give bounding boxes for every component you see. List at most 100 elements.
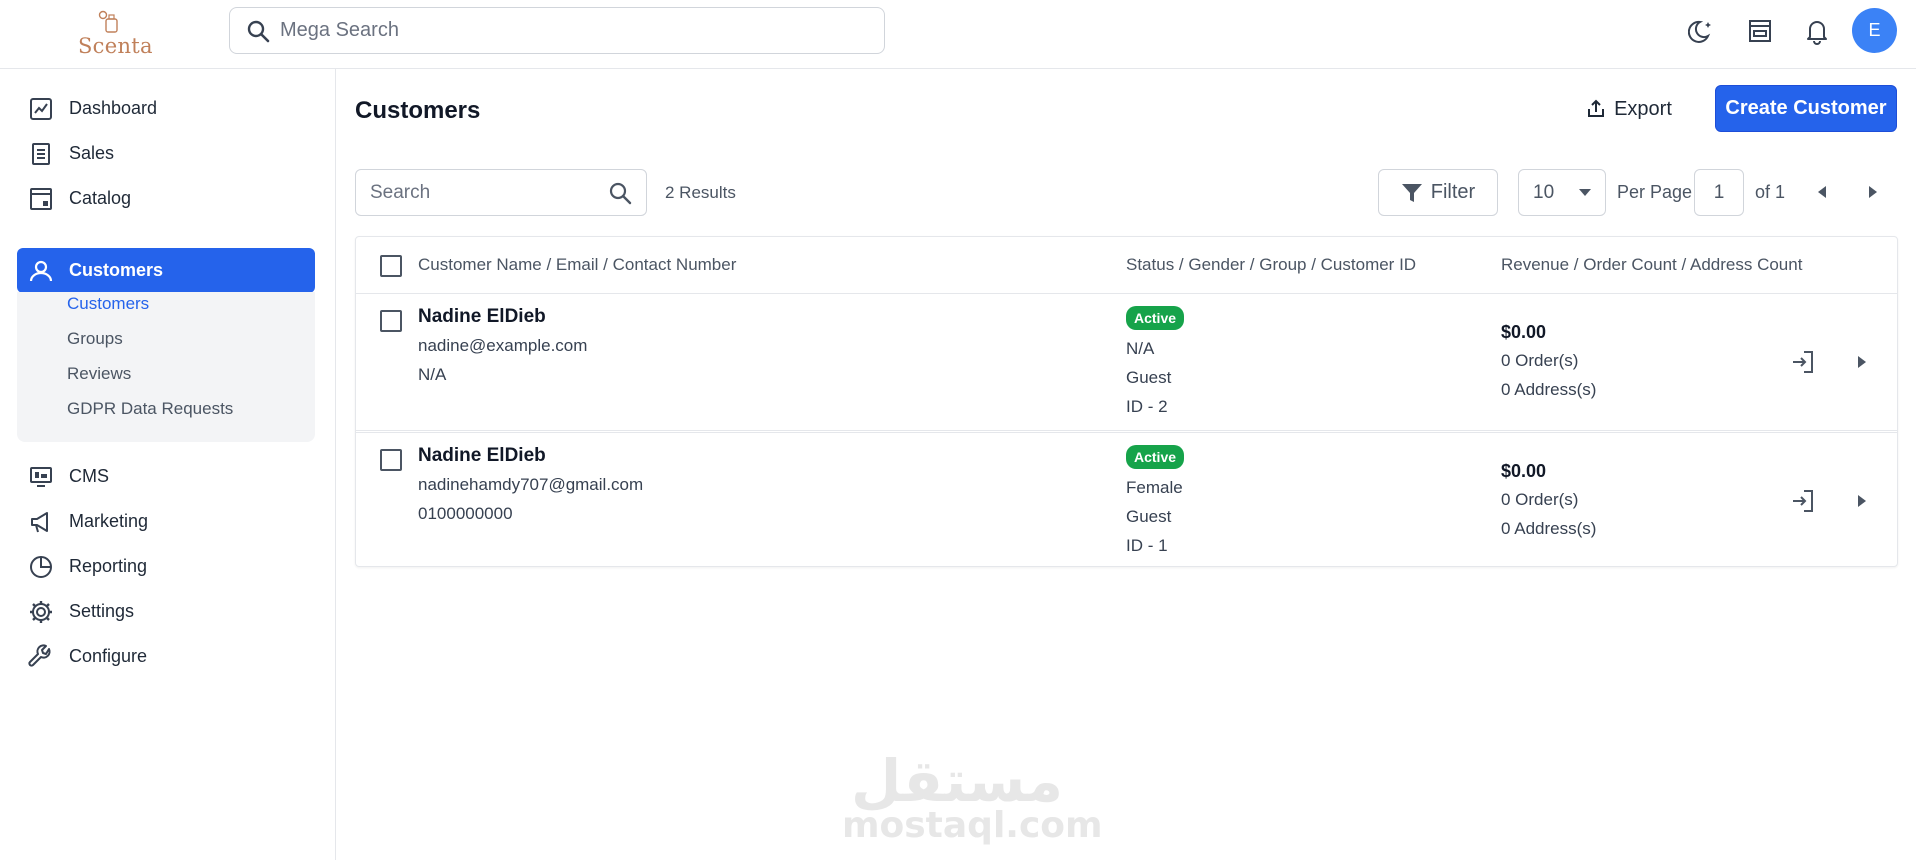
sidebar-item-label: Reporting — [69, 556, 148, 576]
submenu-item-customers[interactable]: Customers — [67, 294, 149, 314]
dashboard-icon — [27, 95, 55, 123]
wrench-icon — [27, 643, 55, 671]
search-icon[interactable] — [608, 181, 632, 205]
caret-right-icon — [1869, 186, 1877, 198]
moon-icon[interactable] — [1687, 16, 1717, 46]
filter-label: Filter — [1430, 181, 1476, 203]
select-all-checkbox[interactable] — [380, 255, 402, 277]
customer-email: nadine@example.com — [418, 336, 588, 355]
column-header-revenue: Revenue / Order Count / Address Count — [1501, 255, 1803, 274]
table-row[interactable]: Nadine ElDieb nadinehamdy707@gmail.com 0… — [356, 432, 1897, 569]
column-header-name: Customer Name / Email / Contact Number — [418, 255, 737, 274]
sidebar-item-label: CMS — [69, 466, 109, 486]
logo-text: Scenta — [78, 34, 153, 58]
login-as-customer-icon[interactable] — [1789, 487, 1817, 515]
customer-gender: N/A — [1126, 339, 1155, 358]
pie-chart-icon — [27, 553, 55, 581]
avatar[interactable]: E — [1852, 8, 1897, 53]
row-checkbox[interactable] — [380, 310, 402, 332]
customer-search[interactable] — [355, 169, 647, 216]
sidebar-item-label: Customers — [69, 260, 164, 280]
receipt-icon — [27, 140, 55, 168]
sidebar-item-dashboard[interactable]: Dashboard — [17, 86, 315, 131]
submenu-item-groups[interactable]: Groups — [67, 329, 123, 349]
customer-id: ID - 2 — [1126, 397, 1168, 416]
submenu-item-reviews[interactable]: Reviews — [67, 364, 131, 384]
status-badge: Active — [1126, 445, 1185, 469]
sidebar-item-marketing[interactable]: Marketing — [17, 499, 315, 544]
next-page-button[interactable] — [1863, 182, 1883, 202]
customer-addresses: 0 Address(s) — [1501, 380, 1597, 399]
page-total: of 1 — [1755, 182, 1786, 202]
per-page-select[interactable]: 10 — [1518, 169, 1606, 216]
bell-icon[interactable] — [1802, 16, 1832, 46]
watermark: مستقل mostaql.com — [842, 747, 1103, 846]
top-bar: Scenta E — [0, 0, 1916, 69]
customers-submenu: Customers Groups Reviews GDPR Data Reque… — [17, 292, 315, 442]
mega-search[interactable] — [229, 7, 885, 54]
catalog-icon — [27, 185, 55, 213]
megaphone-icon — [27, 508, 55, 536]
user-icon — [27, 257, 55, 285]
export-icon — [1588, 99, 1605, 117]
logo[interactable]: Scenta — [78, 10, 153, 58]
customer-group: Guest — [1126, 368, 1172, 387]
store-icon[interactable] — [1745, 16, 1775, 46]
caret-left-icon — [1818, 186, 1826, 198]
watermark-arabic: مستقل — [850, 747, 1064, 815]
sidebar-item-label: Marketing — [69, 511, 149, 531]
customer-phone: N/A — [418, 365, 447, 384]
sidebar-item-label: Configure — [69, 646, 148, 666]
customer-name[interactable]: Nadine ElDieb — [418, 306, 546, 328]
customers-table: Customer Name / Email / Contact Number S… — [355, 236, 1898, 567]
sidebar-item-cms[interactable]: CMS — [17, 454, 315, 499]
customer-orders: 0 Order(s) — [1501, 351, 1579, 370]
page-number-input[interactable] — [1694, 169, 1744, 216]
status-badge: Active — [1126, 306, 1185, 330]
sidebar-item-configure[interactable]: Configure — [17, 634, 315, 679]
search-icon — [247, 20, 270, 42]
customer-name[interactable]: Nadine ElDieb — [418, 445, 546, 467]
watermark-latin: mostaql.com — [842, 805, 1103, 846]
gear-icon — [27, 598, 55, 626]
export-button[interactable]: Export — [1574, 86, 1684, 132]
per-page-value: 10 — [1533, 181, 1555, 203]
customer-gender: Female — [1126, 478, 1183, 497]
page-title: Customers — [355, 97, 481, 124]
caret-right-icon[interactable] — [1852, 352, 1872, 372]
customer-phone: 0100000000 — [418, 504, 513, 523]
monitor-icon — [27, 463, 55, 491]
customer-revenue: $0.00 — [1501, 322, 1547, 342]
filter-button[interactable]: Filter — [1378, 169, 1498, 216]
sidebar-item-label: Settings — [69, 601, 135, 621]
customer-revenue: $0.00 — [1501, 461, 1547, 481]
sidebar-item-settings[interactable]: Settings — [17, 589, 315, 634]
filter-icon — [1401, 183, 1422, 202]
customer-orders: 0 Order(s) — [1501, 490, 1579, 509]
create-customer-button[interactable]: Create Customer — [1715, 85, 1897, 132]
mega-search-input[interactable] — [280, 19, 840, 42]
caret-right-icon[interactable] — [1852, 491, 1872, 511]
sidebar-item-label: Sales — [69, 143, 115, 163]
logo-mark-icon — [98, 10, 118, 33]
submenu-item-gdpr[interactable]: GDPR Data Requests — [67, 399, 233, 419]
customer-group: Guest — [1126, 507, 1172, 526]
customer-addresses: 0 Address(s) — [1501, 519, 1597, 538]
row-checkbox[interactable] — [380, 449, 402, 471]
sidebar-item-reporting[interactable]: Reporting — [17, 544, 315, 589]
table-row[interactable]: Nadine ElDieb nadine@example.com N/A Act… — [356, 294, 1897, 431]
results-count: 2 Results — [665, 183, 736, 202]
per-page-label: Per Page — [1617, 182, 1693, 202]
prev-page-button[interactable] — [1812, 182, 1832, 202]
customer-id: ID - 1 — [1126, 536, 1168, 555]
sidebar-item-catalog[interactable]: Catalog — [17, 176, 315, 221]
search-input[interactable] — [370, 181, 600, 204]
customer-email: nadinehamdy707@gmail.com — [418, 475, 644, 494]
table-header: Customer Name / Email / Contact Number S… — [356, 237, 1897, 294]
export-label: Export — [1614, 97, 1672, 120]
sidebar: Dashboard Sales Catalog Customers Custom… — [0, 69, 336, 860]
sidebar-item-label: Dashboard — [69, 98, 158, 118]
sidebar-item-customers[interactable]: Customers — [17, 248, 315, 293]
sidebar-item-sales[interactable]: Sales — [17, 131, 315, 176]
login-as-customer-icon[interactable] — [1789, 348, 1817, 376]
